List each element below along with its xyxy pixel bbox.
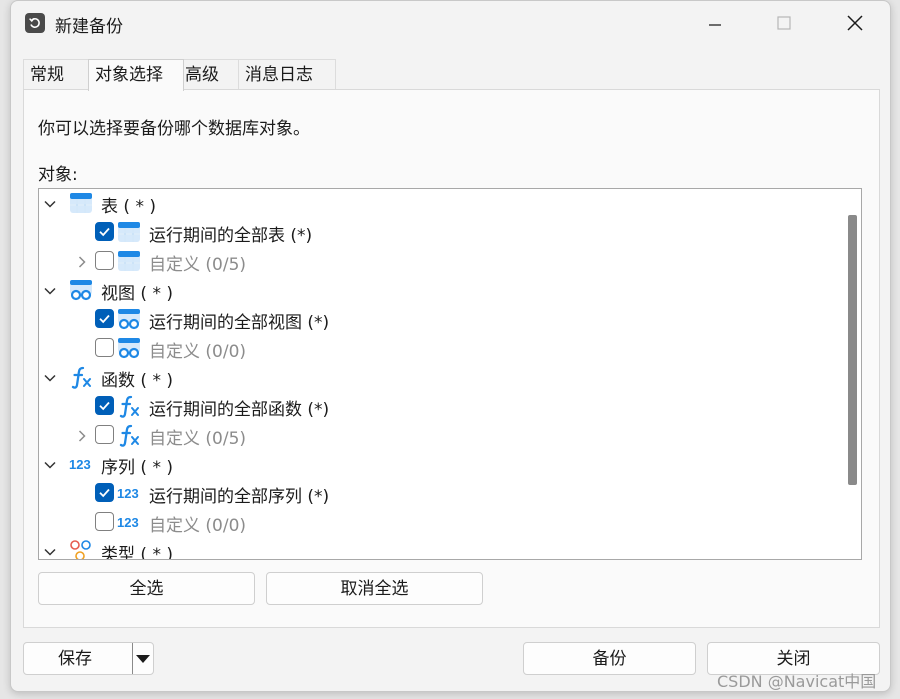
tree-item-label: 运行期间的全部序列 (*) [149, 487, 330, 507]
tree-row[interactable]: 视图 ( * ) [39, 276, 839, 305]
table-icon [117, 249, 141, 273]
tree-row[interactable]: 函数 ( * ) [39, 363, 839, 392]
view-icon [69, 278, 93, 302]
view-icon [117, 307, 141, 331]
tree-item-label: 自定义 (0/0) [149, 516, 247, 536]
tree-row[interactable]: 自定义 (0/5) [39, 247, 839, 276]
tree-item-label: 运行期间的全部视图 (*) [149, 313, 330, 333]
tree-row[interactable]: 类型 ( * ) [39, 537, 839, 560]
object-selection-panel: 你可以选择要备份哪个数据库对象。 对象: 类型 ( * ) 123 自定义 (0/0… [23, 89, 880, 628]
chevron-down-icon[interactable] [43, 370, 57, 384]
tree-item-label: 函数 ( * ) [101, 371, 173, 391]
chevron-down-icon[interactable] [43, 196, 57, 210]
tree-checkbox[interactable] [95, 425, 114, 444]
sequence-icon: 123 [117, 481, 141, 505]
tree-row[interactable]: 运行期间的全部视图 (*) [39, 305, 839, 334]
save-split-button[interactable]: 保存 [23, 642, 154, 675]
panel-description: 你可以选择要备份哪个数据库对象。 [38, 119, 310, 139]
tree-item-label: 自定义 (0/5) [149, 255, 247, 275]
svg-text:123: 123 [117, 486, 139, 501]
minimize-button[interactable] [701, 11, 729, 35]
tree-item-label: 类型 ( * ) [101, 545, 173, 560]
scrollbar-thumb[interactable] [848, 215, 857, 485]
tree-item-label: 自定义 (0/5) [149, 429, 247, 449]
sequence-icon: 123 [117, 510, 141, 534]
save-label: 保存 [58, 649, 92, 669]
save-dropdown-button[interactable] [132, 643, 154, 674]
tree-checkbox[interactable] [95, 483, 114, 502]
backup-button[interactable]: 备份 [523, 642, 696, 675]
tree-checkbox[interactable] [95, 338, 114, 357]
function-icon [117, 394, 141, 418]
function-icon [117, 423, 141, 447]
tree-row[interactable]: 表 ( * ) [39, 189, 839, 218]
svg-text:123: 123 [69, 457, 91, 472]
chevron-right-icon[interactable] [75, 428, 89, 442]
caret-down-icon [136, 655, 150, 663]
backup-dialog: 新建备份 常规 对象选择 高级 消息日志 你可以选择要备份哪个数据库对象。 对象… [10, 0, 891, 692]
view-icon [117, 336, 141, 360]
table-icon [69, 191, 93, 215]
close-window-button[interactable] [841, 11, 869, 35]
object-tree[interactable]: 类型 ( * ) 123 自定义 (0/0) 123 运行期间的全部序列 (*) 123 序… [38, 188, 862, 560]
tab-message-log[interactable]: 消息日志 [238, 59, 336, 90]
deselect-all-button[interactable]: 取消全选 [266, 572, 483, 605]
tree-checkbox[interactable] [95, 396, 114, 415]
tree-row[interactable]: 运行期间的全部函数 (*) [39, 392, 839, 421]
tree-item-label: 视图 ( * ) [101, 284, 173, 304]
watermark: CSDN @Navicat中国 [717, 672, 877, 691]
tree-checkbox[interactable] [95, 512, 114, 531]
sequence-icon: 123 [69, 452, 93, 476]
window-title: 新建备份 [55, 17, 123, 37]
tree-item-label: 表 ( * ) [101, 197, 156, 217]
tree-item-label: 序列 ( * ) [101, 458, 173, 478]
close-icon [847, 15, 863, 31]
select-all-button[interactable]: 全选 [38, 572, 255, 605]
svg-text:123: 123 [117, 515, 139, 530]
tree-row[interactable]: 123 运行期间的全部序列 (*) [39, 479, 839, 508]
tab-advanced[interactable]: 高级 [178, 59, 240, 90]
tree-row[interactable]: 自定义 (0/5) [39, 421, 839, 450]
maximize-button[interactable] [770, 11, 798, 35]
function-icon [69, 365, 93, 389]
tree-row[interactable]: 自定义 (0/0) [39, 334, 839, 363]
maximize-icon [777, 16, 791, 30]
tab-general[interactable]: 常规 [23, 59, 89, 90]
tree-item-label: 运行期间的全部表 (*) [149, 226, 313, 246]
objects-label: 对象: [38, 165, 78, 185]
tree-row[interactable]: 123 自定义 (0/0) [39, 508, 839, 537]
minimize-icon [709, 24, 721, 26]
chevron-down-icon[interactable] [43, 457, 57, 471]
title-bar: 新建备份 [11, 1, 890, 47]
tree-scrollbar[interactable] [843, 189, 861, 559]
tree-item-label: 运行期间的全部函数 (*) [149, 400, 330, 420]
table-icon [117, 220, 141, 244]
backup-restore-icon [25, 13, 45, 33]
chevron-right-icon[interactable] [75, 254, 89, 268]
type-icon [69, 539, 93, 559]
chevron-down-icon[interactable] [43, 283, 57, 297]
tree-row[interactable]: 运行期间的全部表 (*) [39, 218, 839, 247]
tree-checkbox[interactable] [95, 222, 114, 241]
tree-item-label: 自定义 (0/0) [149, 342, 247, 362]
tree-row[interactable]: 123 序列 ( * ) [39, 450, 839, 479]
tree-checkbox[interactable] [95, 309, 114, 328]
tab-object-selection[interactable]: 对象选择 [88, 59, 184, 91]
tree-checkbox[interactable] [95, 251, 114, 270]
chevron-down-icon[interactable] [43, 544, 57, 558]
